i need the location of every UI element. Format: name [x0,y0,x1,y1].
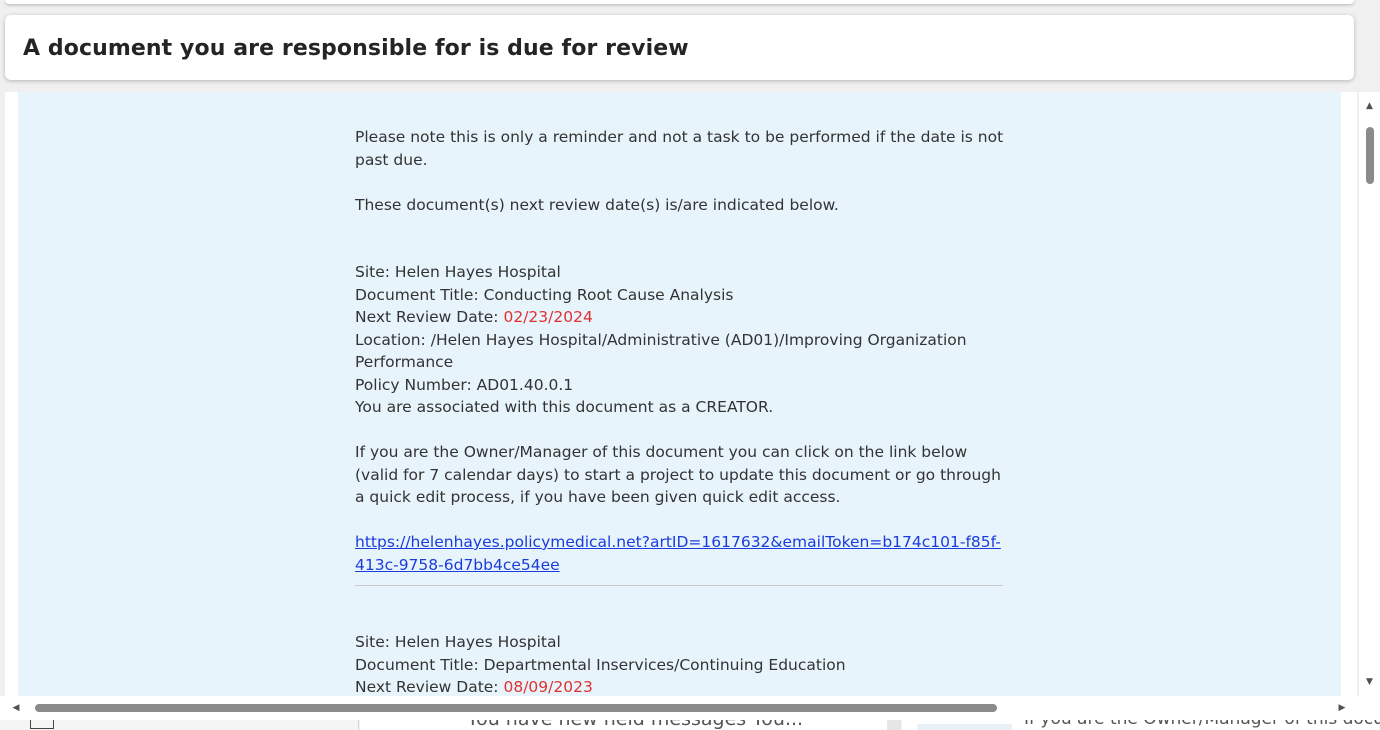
scroll-left-arrow-icon[interactable]: ◀ [6,696,26,720]
background-window-strip: You have new held messages You... If you… [0,720,1380,730]
scroll-down-arrow-icon[interactable]: ▼ [1359,674,1380,690]
message-preview: You have new held messages You... [467,720,803,730]
email-body: Please note this is only a reminder and … [18,92,1341,696]
vertical-scrollbar[interactable]: ▲ ▼ [1359,92,1380,696]
doc-next-review: Next Review Date: 08/09/2023 [355,678,593,696]
doc-policy-number: Policy Number: AD01.40.0.1 [355,375,574,394]
vertical-scroll-thumb[interactable] [1366,127,1374,184]
horizontal-scrollbar[interactable]: ◀ ▶ [0,696,1380,720]
document-entry: Site: Helen Hayes Hospital Document Titl… [355,261,1005,586]
background-left-pane [0,720,359,730]
doc-site: Site: Helen Hayes Hospital [355,633,561,651]
background-message-list: You have new held messages You... [360,720,887,730]
subject-header: A document you are responsible for is du… [5,15,1354,80]
doc-association: You are associated with this document as… [355,398,774,416]
next-review-date: 02/23/2024 [503,308,593,326]
previous-card-edge [5,0,1354,4]
email-subject: A document you are responsible for is du… [23,36,689,61]
document-link[interactable]: https://helenhayes.policymedical.net?art… [355,533,1001,574]
email-body-frame: Please note this is only a reminder and … [5,92,1357,696]
reminder-note: Please note this is only a reminder and … [355,128,1004,169]
doc-site: Site: Helen Hayes Hospital [355,263,561,281]
reading-pane-preview: If you are the Owner/Manager of this doc… [1024,720,1380,729]
scroll-right-arrow-icon[interactable]: ▶ [1332,696,1352,720]
scroll-up-arrow-icon[interactable]: ▲ [1359,98,1380,114]
background-block [917,724,1012,730]
background-reading-pane: If you are the Owner/Manager of this doc… [902,720,1380,730]
email-content: Please note this is only a reminder and … [355,126,1005,696]
background-divider [887,720,901,730]
doc-instructions: If you are the Owner/Manager of this doc… [355,443,1001,506]
dates-intro: These document(s) next review date(s) is… [355,195,839,214]
horizontal-scroll-thumb[interactable] [35,704,997,712]
doc-title: Document Title: Departmental Inservices/… [355,655,846,674]
document-entry: Site: Helen Hayes Hospital Document Titl… [355,631,1005,696]
doc-next-review: Next Review Date: 02/23/2024 [355,308,593,326]
folder-icon [30,720,54,729]
next-review-date: 08/09/2023 [503,678,593,696]
doc-location: Location: /Helen Hayes Hospital/Administ… [355,330,967,372]
doc-title: Document Title: Conducting Root Cause An… [355,285,734,304]
